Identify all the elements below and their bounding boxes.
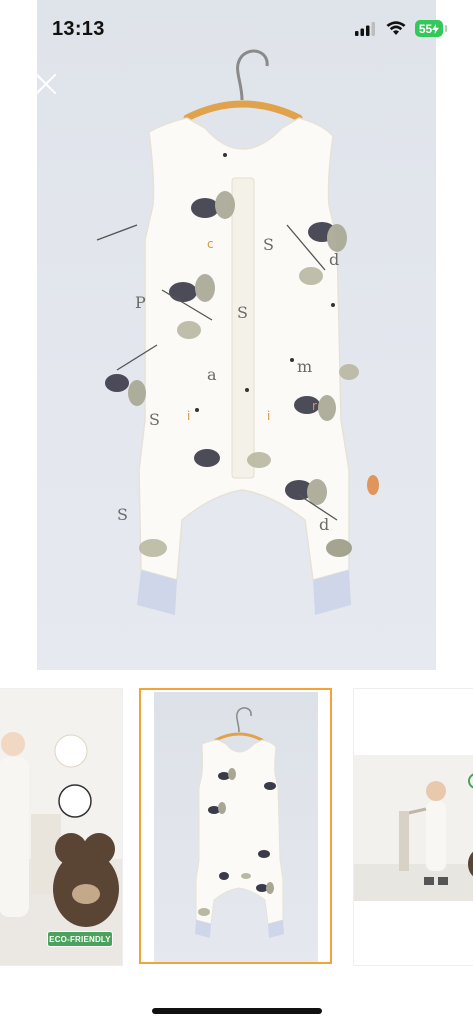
svg-text:S: S	[237, 303, 248, 322]
cellular-signal-icon	[355, 21, 375, 36]
thumbnail-3-image	[354, 689, 473, 965]
svg-text:a: a	[207, 365, 217, 384]
status-icons: 55	[355, 20, 447, 37]
close-icon	[35, 73, 57, 95]
svg-text:i: i	[187, 409, 190, 423]
thumbnail-1-image	[0, 689, 122, 965]
status-bar: 13:13 55	[0, 0, 473, 60]
svg-text:S: S	[149, 410, 160, 429]
svg-text:S: S	[117, 505, 128, 524]
svg-text:S: S	[263, 235, 274, 254]
main-product-photo[interactable]: S S m S S P d d a c i r i	[37, 0, 436, 670]
sleeping-bag-illustration: S S m S S P d d a c i r i	[96, 49, 379, 615]
thumbnail-3[interactable]	[353, 688, 473, 966]
battery-level: 55	[418, 21, 433, 36]
charging-bolt-icon	[432, 23, 440, 34]
left-margin	[0, 0, 37, 670]
close-button[interactable]	[32, 70, 60, 98]
thumbnail-2-selected[interactable]	[139, 688, 332, 964]
svg-text:i: i	[267, 409, 270, 423]
home-indicator[interactable]	[152, 1008, 322, 1014]
svg-text:r: r	[312, 399, 317, 413]
svg-text:m: m	[297, 357, 312, 376]
battery-indicator: 55	[415, 20, 447, 37]
svg-text:P: P	[135, 293, 146, 312]
svg-text:d: d	[329, 250, 339, 269]
eco-friendly-badge: ECO-FRIENDLY	[47, 931, 113, 947]
product-image-viewer: S S m S S P d d a c i r i 13:13 55 ECO-F…	[0, 0, 473, 1024]
wifi-icon	[386, 21, 406, 35]
thumbnail-strip: ECO-FRIENDLY	[0, 688, 473, 966]
svg-text:c: c	[207, 237, 214, 251]
status-time: 13:13	[52, 18, 105, 40]
thumbnail-1[interactable]: ECO-FRIENDLY	[0, 688, 123, 966]
thumbnail-2-image	[154, 692, 318, 962]
svg-text:d: d	[319, 515, 329, 534]
right-margin	[436, 0, 473, 670]
